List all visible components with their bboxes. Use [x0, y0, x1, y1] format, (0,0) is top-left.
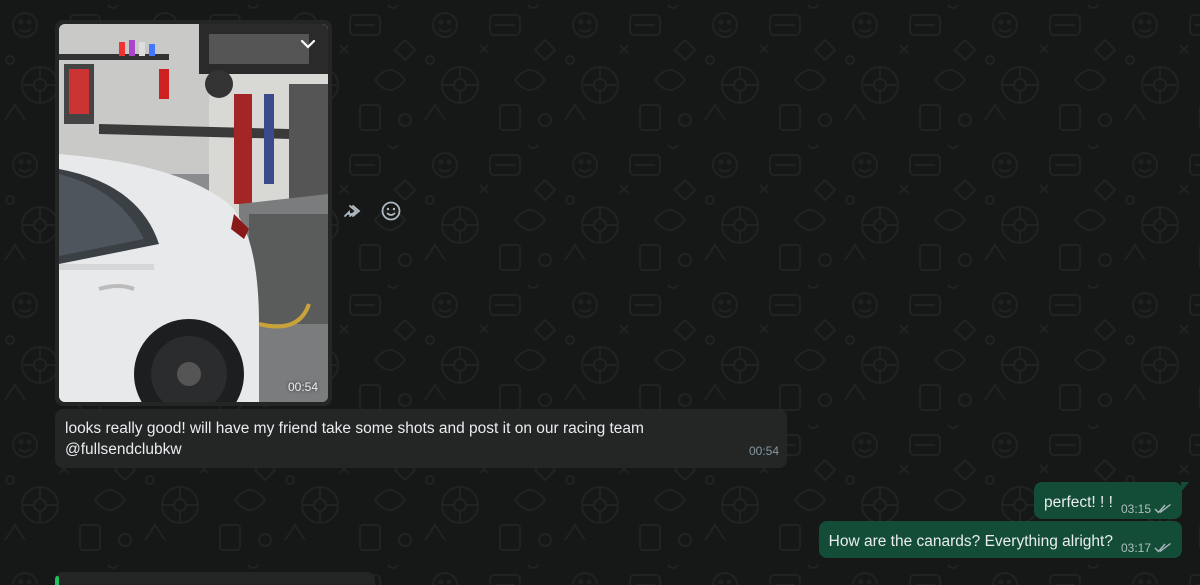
image-message-bubble[interactable]: 00:54	[55, 20, 332, 406]
double-check-icon	[1154, 503, 1171, 514]
message-text-line: looks really good! will have my friend t…	[65, 420, 644, 437]
message-text: perfect! ! !	[1044, 494, 1113, 511]
forward-icon	[344, 205, 361, 217]
quote-accent-bar	[55, 576, 59, 585]
message-hover-actions	[342, 200, 402, 222]
message-text: How are the canards? Everything alright?	[828, 533, 1113, 550]
message-mention[interactable]: @fullsendclubkw	[65, 439, 777, 460]
message-photo[interactable]: 00:54	[59, 24, 328, 402]
message-menu-button[interactable]	[296, 32, 320, 56]
double-check-icon	[1154, 542, 1171, 553]
message-time: 03:17	[1120, 541, 1151, 555]
image-message-time: 00:54	[287, 380, 318, 394]
incoming-text-message[interactable]: looks really good! will have my friend t…	[55, 409, 787, 468]
message-meta: 03:17	[1121, 541, 1172, 555]
emoji-icon	[381, 201, 401, 221]
react-button[interactable]	[380, 200, 402, 222]
message-time: 00:54	[748, 444, 779, 458]
outgoing-message[interactable]: How are the canards? Everything alright?…	[818, 521, 1182, 558]
chat-area: 00:54 looks really good! will have my fr…	[0, 0, 1200, 585]
message-meta: 03:15	[1121, 502, 1172, 516]
bubble-tail	[1181, 482, 1189, 492]
outgoing-message[interactable]: perfect! ! ! 03:15	[1034, 482, 1189, 519]
chevron-down-icon	[300, 39, 316, 49]
incoming-message-partial[interactable]	[55, 572, 375, 585]
forward-button[interactable]	[342, 200, 364, 222]
message-time: 03:15	[1120, 502, 1151, 516]
